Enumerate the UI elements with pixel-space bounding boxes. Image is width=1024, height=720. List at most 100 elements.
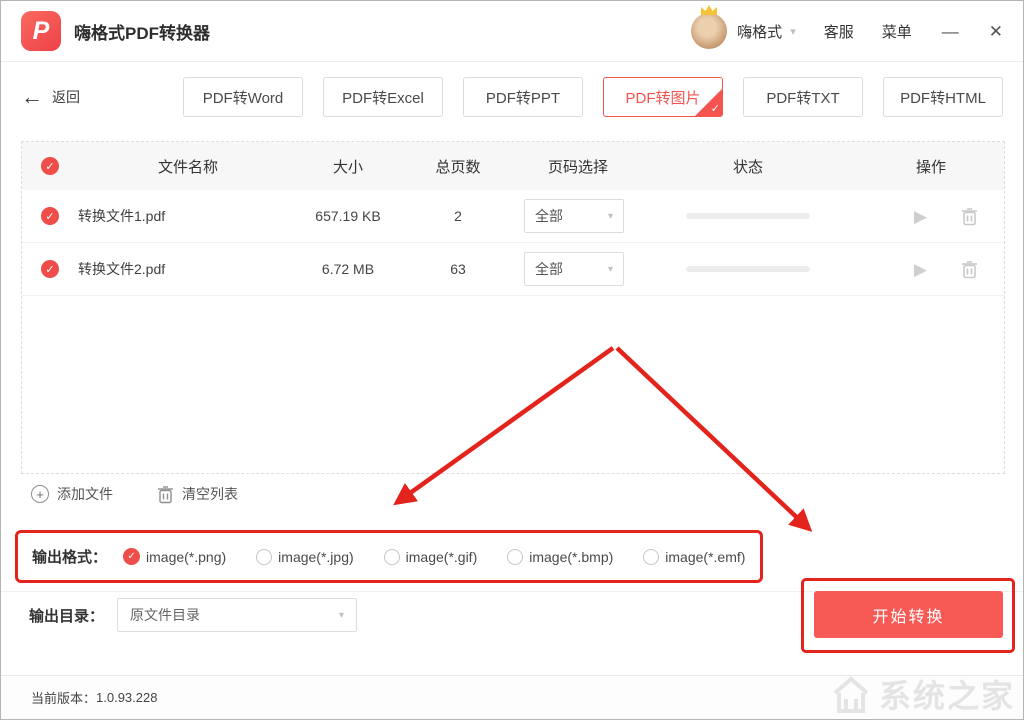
format-option-gif[interactable]: image(*.gif)	[384, 549, 478, 565]
start-conversion-button[interactable]: 开始转换	[814, 591, 1003, 638]
progress-bar	[686, 213, 810, 219]
version-value: 1.0.93.228	[96, 690, 157, 705]
column-header-name: 文件名称	[78, 156, 298, 177]
close-button[interactable]: ✕	[989, 23, 1003, 40]
tab-label: PDF转HTML	[900, 87, 986, 108]
row-actions: ▶	[858, 260, 1004, 279]
statusbar: 当前版本： 1.0.93.228	[1, 675, 1023, 719]
app-logo-icon: P	[21, 11, 61, 51]
conversion-tabs: PDF转Word PDF转Excel PDF转PPT PDF转图片 ✓ PDF转…	[183, 77, 1003, 117]
select-all-checkbox[interactable]: ✓	[22, 157, 78, 175]
delete-file-button[interactable]	[961, 207, 978, 226]
radio-icon	[643, 549, 659, 565]
chevron-down-icon: ▾	[608, 211, 613, 222]
table-row: ✓ 转换文件1.pdf 657.19 KB 2 全部 ▾ ▶	[22, 190, 1004, 243]
trash-icon	[961, 207, 978, 226]
convert-play-button[interactable]: ▶	[914, 208, 927, 225]
minimize-button[interactable]: —	[942, 23, 959, 40]
tab-label: PDF转Word	[203, 87, 284, 108]
radio-icon	[256, 549, 272, 565]
format-option-emf[interactable]: image(*.emf)	[643, 549, 745, 565]
plus-circle-icon: +	[31, 485, 49, 503]
check-icon: ✓	[41, 207, 59, 225]
column-header-pages: 总页数	[398, 156, 518, 177]
output-format-annotation-box: 输出格式： ✓ image(*.png) image(*.jpg) image(…	[15, 530, 763, 583]
output-format-label: 输出格式：	[32, 546, 107, 567]
format-option-jpg[interactable]: image(*.jpg)	[256, 549, 353, 565]
titlebar: P 嗨格式PDF转换器 嗨格式 ▾ 客服 菜单 — ✕	[1, 1, 1023, 62]
page-range-select[interactable]: 全部 ▾	[524, 199, 624, 233]
app-title: 嗨格式PDF转换器	[74, 19, 210, 44]
titlebar-right: 嗨格式 ▾ 客服 菜单 — ✕	[691, 13, 1003, 49]
chevron-down-icon[interactable]: ▾	[790, 25, 796, 38]
tab-pdf-to-image[interactable]: PDF转图片 ✓	[603, 77, 723, 117]
tab-label: PDF转TXT	[766, 87, 839, 108]
avatar-image	[691, 13, 727, 49]
output-directory-row: 输出目录： 原文件目录 ▾	[29, 598, 357, 632]
tab-pdf-to-ppt[interactable]: PDF转PPT	[463, 77, 583, 117]
progress-bar	[686, 266, 810, 272]
user-avatar[interactable]	[691, 13, 727, 49]
chevron-down-icon: ▾	[339, 610, 344, 621]
clear-list-label: 清空列表	[182, 484, 238, 504]
back-label: 返回	[52, 87, 80, 107]
delete-file-button[interactable]	[961, 260, 978, 279]
trash-icon	[961, 260, 978, 279]
output-directory-value: 原文件目录	[130, 605, 200, 625]
column-header-page-select: 页码选择	[518, 156, 638, 177]
radio-selected-icon: ✓	[123, 548, 140, 565]
file-pages: 63	[398, 261, 518, 277]
radio-icon	[384, 549, 400, 565]
check-icon: ✓	[711, 102, 720, 115]
column-header-size: 大小	[298, 156, 398, 177]
conversion-navbar: ← 返回 PDF转Word PDF转Excel PDF转PPT PDF转图片 ✓…	[1, 62, 1023, 132]
format-option-label: image(*.emf)	[665, 549, 745, 565]
chevron-down-icon: ▾	[608, 264, 613, 275]
table-row: ✓ 转换文件2.pdf 6.72 MB 63 全部 ▾ ▶	[22, 243, 1004, 296]
table-header-row: ✓ 文件名称 大小 总页数 页码选择 状态 操作	[22, 142, 1004, 190]
trash-icon	[157, 485, 174, 504]
file-pages: 2	[398, 208, 518, 224]
format-option-bmp[interactable]: image(*.bmp)	[507, 549, 613, 565]
page-range-value: 全部	[535, 259, 563, 279]
format-option-label: image(*.gif)	[406, 549, 478, 565]
radio-icon	[507, 549, 523, 565]
list-actions: + 添加文件 清空列表	[31, 484, 238, 504]
file-table: ✓ 文件名称 大小 总页数 页码选择 状态 操作 ✓ 转换文件1.pdf 657…	[21, 141, 1005, 474]
row-checkbox[interactable]: ✓	[22, 260, 78, 278]
add-file-button[interactable]: + 添加文件	[31, 484, 113, 504]
column-header-actions: 操作	[858, 156, 1004, 177]
tab-pdf-to-word[interactable]: PDF转Word	[183, 77, 303, 117]
crown-icon	[700, 4, 718, 16]
file-name: 转换文件2.pdf	[78, 259, 298, 279]
format-option-label: image(*.bmp)	[529, 549, 613, 565]
format-option-png[interactable]: ✓ image(*.png)	[123, 548, 226, 565]
username[interactable]: 嗨格式	[737, 21, 782, 42]
tab-label: PDF转PPT	[486, 87, 560, 108]
back-button[interactable]: ← 返回	[21, 86, 80, 108]
convert-play-button[interactable]: ▶	[914, 261, 927, 278]
page-range-value: 全部	[535, 206, 563, 226]
output-directory-label: 输出目录：	[29, 605, 104, 626]
clear-list-button[interactable]: 清空列表	[157, 484, 238, 504]
menu-link[interactable]: 菜单	[882, 21, 912, 42]
tab-label: PDF转Excel	[342, 87, 424, 108]
customer-service-link[interactable]: 客服	[824, 21, 854, 42]
file-size: 6.72 MB	[298, 261, 398, 277]
check-icon: ✓	[41, 260, 59, 278]
row-actions: ▶	[858, 207, 1004, 226]
page-range-select[interactable]: 全部 ▾	[524, 252, 624, 286]
tab-pdf-to-txt[interactable]: PDF转TXT	[743, 77, 863, 117]
tab-pdf-to-excel[interactable]: PDF转Excel	[323, 77, 443, 117]
back-arrow-icon: ←	[21, 86, 43, 108]
format-option-label: image(*.jpg)	[278, 549, 353, 565]
row-checkbox[interactable]: ✓	[22, 207, 78, 225]
tab-pdf-to-html[interactable]: PDF转HTML	[883, 77, 1003, 117]
format-option-label: image(*.png)	[146, 549, 226, 565]
output-directory-select[interactable]: 原文件目录 ▾	[117, 598, 357, 632]
column-header-status: 状态	[638, 156, 858, 177]
check-icon: ✓	[41, 157, 59, 175]
file-name: 转换文件1.pdf	[78, 206, 298, 226]
app-window: P 嗨格式PDF转换器 嗨格式 ▾ 客服 菜单 — ✕ ← 返回 PDF转Wor…	[0, 0, 1024, 720]
file-size: 657.19 KB	[298, 208, 398, 224]
